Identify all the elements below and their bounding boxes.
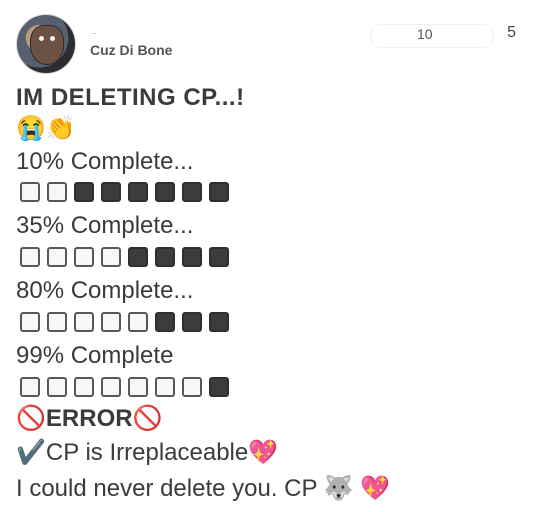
progress-bar-1 <box>20 182 229 202</box>
progress-square <box>155 182 175 202</box>
progress-square <box>47 182 67 202</box>
progress-square <box>182 247 202 267</box>
clapping-hands-icon: 👏 <box>45 115 76 142</box>
post-actions: 10 5 <box>370 24 520 48</box>
progress-square <box>155 247 175 267</box>
progress-square <box>20 377 40 397</box>
progress-square <box>209 377 229 397</box>
progress-square <box>182 377 202 397</box>
sparkling-heart-icon: 💖 <box>248 439 279 466</box>
prohibited-icon: 🚫 <box>16 405 46 432</box>
progress-square <box>182 312 202 332</box>
progress-square <box>47 312 67 332</box>
more-button[interactable]: 5 <box>507 24 516 42</box>
crying-face-icon: 😭 <box>16 115 46 142</box>
emoji-row: 😭👏 <box>16 115 76 143</box>
progress-square <box>209 312 229 332</box>
check-mark-icon: ✔️ <box>16 439 46 466</box>
progress-square <box>128 182 148 202</box>
wolf-icon: 🐺 <box>323 475 354 502</box>
progress-bar-4 <box>20 377 229 397</box>
progress-bar-2 <box>20 247 229 267</box>
username-link[interactable]: Cuz Di Bone <box>90 42 172 58</box>
progress-bar-3 <box>20 312 229 332</box>
final-line: I could never delete you. CP 🐺 💖 <box>16 475 390 503</box>
progress-square <box>182 182 202 202</box>
progress-square <box>101 182 121 202</box>
post-meta-text: ... <box>90 27 97 36</box>
progress-square <box>74 377 94 397</box>
progress-square <box>155 312 175 332</box>
progress-label-2: 35% Complete... <box>16 212 194 239</box>
progress-square <box>101 312 121 332</box>
progress-label-1: 10% Complete... <box>16 148 194 175</box>
irreplaceable-line: ✔️CP is Irreplaceable💖 <box>16 439 278 467</box>
irreplaceable-text: CP is Irreplaceable <box>45 439 249 466</box>
avatar-face <box>30 25 64 65</box>
avatar[interactable] <box>16 14 76 74</box>
progress-square <box>101 377 121 397</box>
progress-square <box>74 247 94 267</box>
progress-square <box>128 312 148 332</box>
social-post: ... Cuz Di Bone 10 5 IM DELETING CP...! … <box>0 0 535 512</box>
post-heading: IM DELETING CP...! <box>16 84 245 111</box>
progress-square <box>128 377 148 397</box>
progress-square <box>47 377 67 397</box>
reaction-count: 10 <box>417 26 433 42</box>
progress-square <box>155 377 175 397</box>
progress-square <box>101 247 121 267</box>
final-text: I could never delete you. CP <box>16 475 318 502</box>
error-text: ERROR <box>45 405 133 432</box>
progress-square <box>20 182 40 202</box>
sparkling-heart-icon: 💖 <box>360 475 391 502</box>
progress-square <box>209 182 229 202</box>
error-line: 🚫ERROR🚫 <box>16 405 162 433</box>
progress-square <box>128 247 148 267</box>
progress-square <box>74 312 94 332</box>
progress-square <box>20 247 40 267</box>
progress-label-4: 99% Complete <box>16 342 174 369</box>
prohibited-icon: 🚫 <box>132 405 163 432</box>
progress-square <box>209 247 229 267</box>
progress-square <box>74 182 94 202</box>
progress-square <box>47 247 67 267</box>
progress-label-3: 80% Complete... <box>16 277 194 304</box>
progress-square <box>20 312 40 332</box>
